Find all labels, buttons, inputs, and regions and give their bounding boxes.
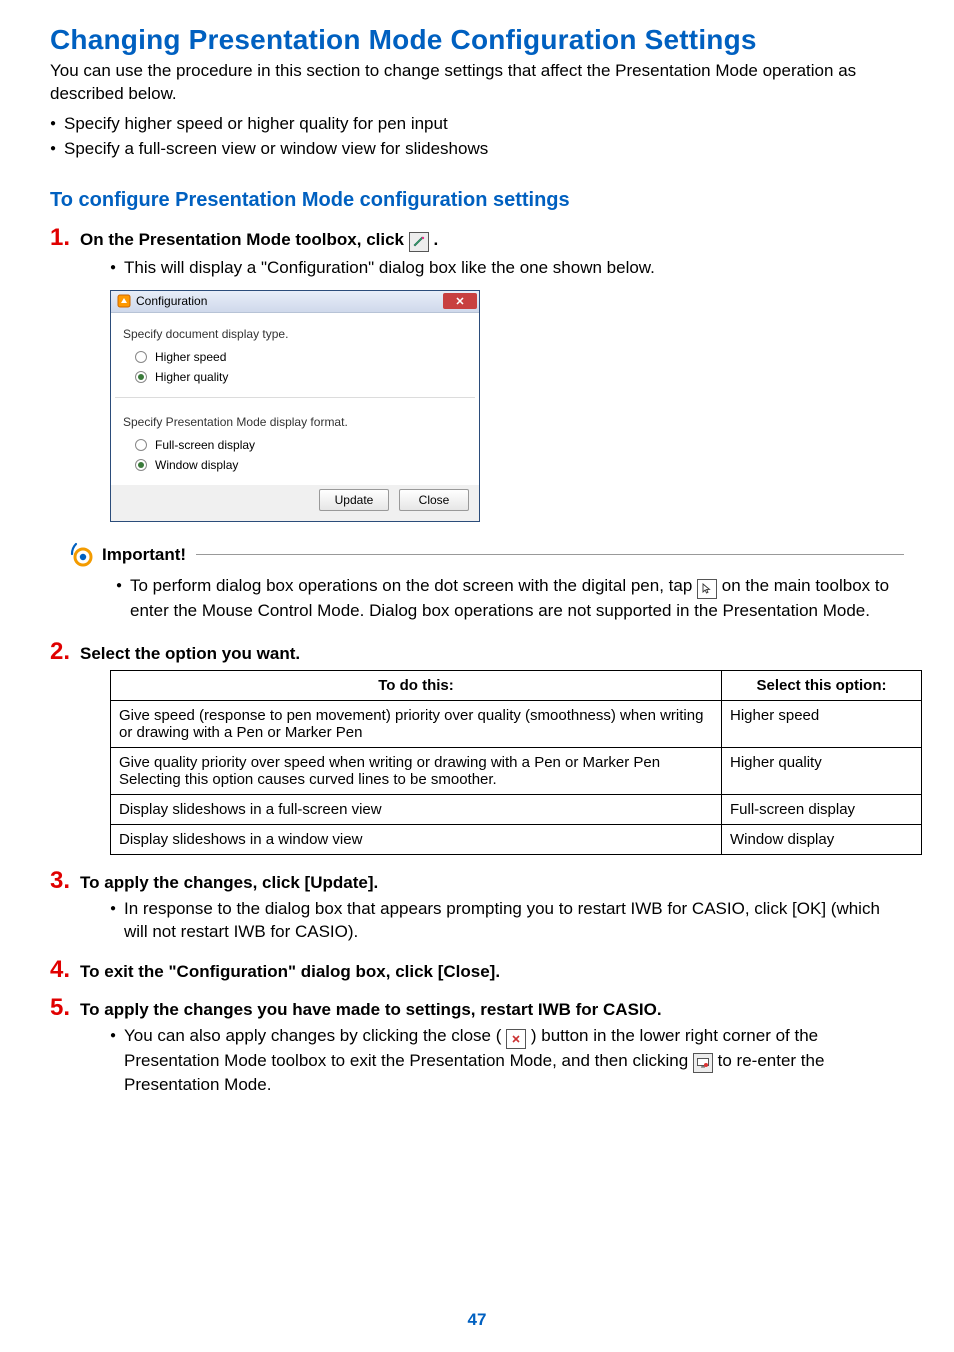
close-icon xyxy=(506,1029,526,1049)
step-2: 2. Select the option you want. xyxy=(50,640,904,664)
config-toolbox-icon xyxy=(409,232,429,252)
important-block: Important! To perform dialog box operati… xyxy=(70,542,904,624)
configuration-dialog: Configuration ✕ Specify document display… xyxy=(110,290,480,522)
step-5: 5. To apply the changes you have made to… xyxy=(50,996,904,1020)
intro-bullets: Specify higher speed or higher quality f… xyxy=(50,112,904,161)
table-row: Display slideshows in a window view Wind… xyxy=(111,824,922,854)
radio-window-display[interactable]: Window display xyxy=(121,455,469,475)
important-body-text: To perform dialog box operations on the … xyxy=(116,574,904,624)
intro-bullet-2: Specify a full-screen view or window vie… xyxy=(50,137,904,162)
important-icon xyxy=(70,542,96,568)
table-cell-action: Give speed (response to pen movement) pr… xyxy=(111,700,722,747)
radio-higher-speed-label: Higher speed xyxy=(155,350,226,364)
table-cell-option: Window display xyxy=(722,824,922,854)
table-cell-option: Full-screen display xyxy=(722,794,922,824)
step-4-text: To exit the "Configuration" dialog box, … xyxy=(80,962,500,982)
update-button[interactable]: Update xyxy=(319,489,389,511)
close-button[interactable]: Close xyxy=(399,489,469,511)
dialog-title-text: Configuration xyxy=(136,294,207,308)
intro-paragraph: You can use the procedure in this sectio… xyxy=(50,60,904,106)
dialog-group1-label: Specify document display type. xyxy=(123,327,469,341)
step-1-sub: This will display a "Configuration" dial… xyxy=(110,256,904,280)
step-2-text: Select the option you want. xyxy=(80,644,300,664)
subheading: To configure Presentation Mode configura… xyxy=(50,189,904,212)
dialog-close-button[interactable]: ✕ xyxy=(443,293,477,309)
table-row: Give quality priority over speed when wr… xyxy=(111,747,922,794)
radio-full-screen[interactable]: Full-screen display xyxy=(121,435,469,455)
table-row: Display slideshows in a full-screen view… xyxy=(111,794,922,824)
intro-bullet-1: Specify higher speed or higher quality f… xyxy=(50,112,904,137)
step-1: 1. On the Presentation Mode toolbox, cli… xyxy=(50,226,904,252)
step-4: 4. To exit the "Configuration" dialog bo… xyxy=(50,958,904,982)
step-1-text-a: On the Presentation Mode toolbox, click xyxy=(80,230,409,249)
presentation-mode-icon xyxy=(693,1053,713,1073)
step-1-sub-1: This will display a "Configuration" dial… xyxy=(110,256,904,280)
options-header-1: To do this: xyxy=(111,670,722,700)
table-cell-action: Display slideshows in a full-screen view xyxy=(111,794,722,824)
table-row: Give speed (response to pen movement) pr… xyxy=(111,700,922,747)
important-body-a: To perform dialog box operations on the … xyxy=(130,576,697,595)
radio-window-display-label: Window display xyxy=(155,458,238,472)
step-5-sub-1: You can also apply changes by clicking t… xyxy=(110,1024,904,1097)
table-cell-option: Higher speed xyxy=(722,700,922,747)
step-1-text-b: . xyxy=(433,230,438,249)
step-3: 3. To apply the changes, click [Update]. xyxy=(50,869,904,893)
radio-full-screen-label: Full-screen display xyxy=(155,438,255,452)
dialog-titlebar: Configuration ✕ xyxy=(111,291,479,313)
step-3-sub-1: In response to the dialog box that appea… xyxy=(110,897,904,945)
radio-icon xyxy=(135,439,147,451)
radio-higher-quality-label: Higher quality xyxy=(155,370,228,384)
important-label: Important! xyxy=(102,545,186,565)
dialog-separator xyxy=(115,397,475,407)
step-3-number: 3. xyxy=(50,869,70,893)
dialog-group2-label: Specify Presentation Mode display format… xyxy=(123,415,469,429)
step-2-number: 2. xyxy=(50,640,70,664)
table-cell-action: Display slideshows in a window view xyxy=(111,824,722,854)
radio-higher-quality[interactable]: Higher quality xyxy=(121,367,469,387)
step-5-sub-a: You can also apply changes by clicking t… xyxy=(124,1026,501,1045)
step-5-number: 5. xyxy=(50,996,70,1020)
step-3-text: To apply the changes, click [Update]. xyxy=(80,873,378,893)
radio-icon xyxy=(135,351,147,363)
dialog-app-icon xyxy=(117,294,131,308)
step-5-sub: You can also apply changes by clicking t… xyxy=(110,1024,904,1097)
table-cell-option: Higher quality xyxy=(722,747,922,794)
step-5-text: To apply the changes you have made to se… xyxy=(80,1000,662,1020)
radio-icon xyxy=(135,371,147,383)
step-3-sub: In response to the dialog box that appea… xyxy=(110,897,904,945)
step-1-text: On the Presentation Mode toolbox, click … xyxy=(80,230,438,252)
page-number: 47 xyxy=(0,1310,954,1330)
radio-higher-speed[interactable]: Higher speed xyxy=(121,347,469,367)
options-table: To do this: Select this option: Give spe… xyxy=(110,670,922,855)
table-cell-action: Give quality priority over speed when wr… xyxy=(111,747,722,794)
step-1-number: 1. xyxy=(50,226,70,250)
cursor-icon xyxy=(697,579,717,599)
important-rule xyxy=(196,554,904,555)
page-title: Changing Presentation Mode Configuration… xyxy=(50,24,904,56)
options-header-2: Select this option: xyxy=(722,670,922,700)
radio-icon xyxy=(135,459,147,471)
step-4-number: 4. xyxy=(50,958,70,982)
